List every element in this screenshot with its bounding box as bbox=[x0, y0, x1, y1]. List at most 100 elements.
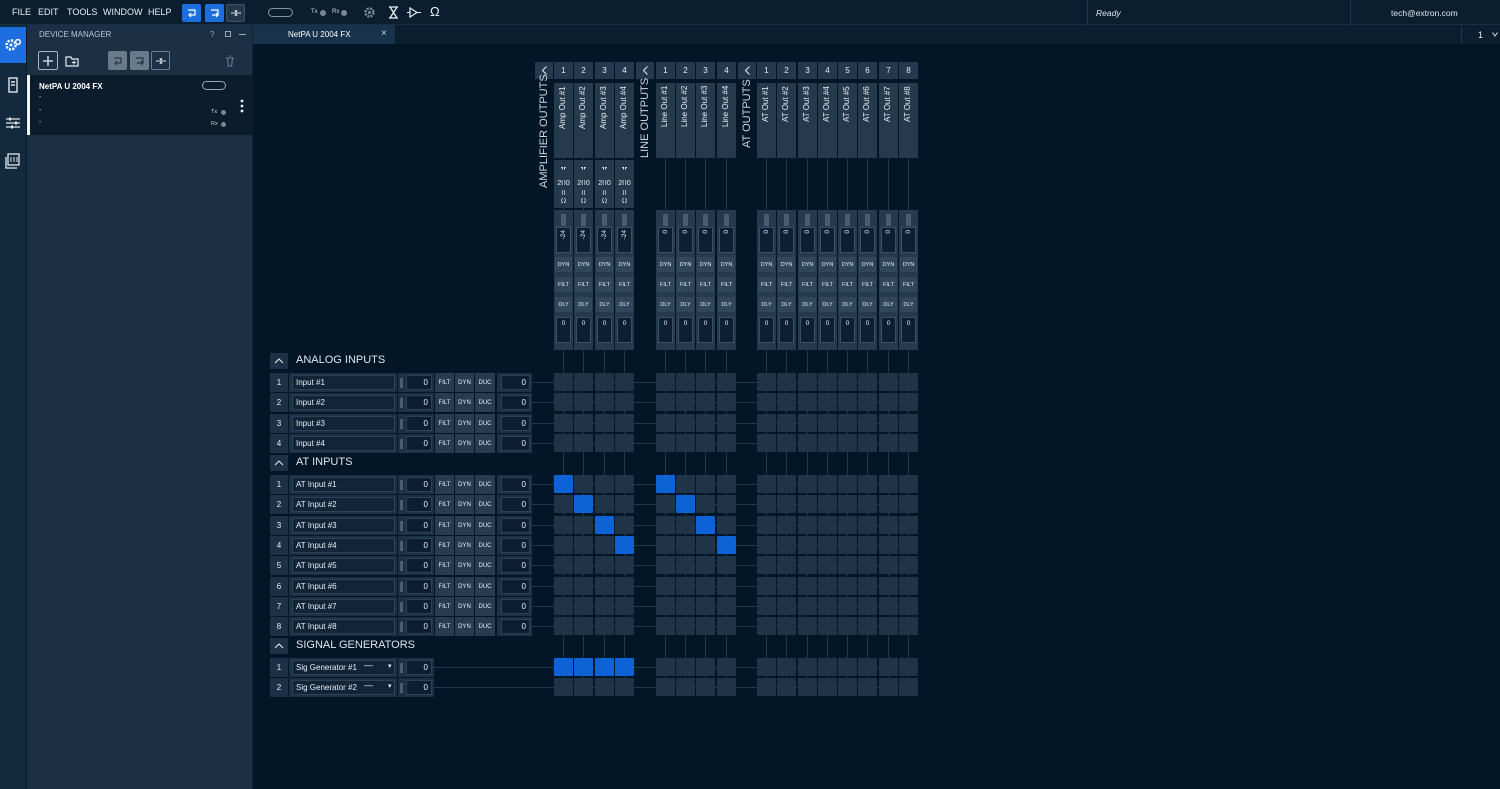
crosspoint[interactable] bbox=[879, 414, 898, 432]
crosspoint[interactable] bbox=[838, 495, 857, 513]
crosspoint[interactable] bbox=[818, 536, 837, 554]
line-delay-value-box[interactable]: 0 bbox=[678, 317, 693, 343]
at-duc-button[interactable]: DUC bbox=[475, 475, 495, 494]
crosspoint[interactable] bbox=[879, 475, 898, 493]
crosspoint-active[interactable] bbox=[615, 658, 634, 676]
crosspoint[interactable] bbox=[858, 658, 877, 676]
at-dyn-button[interactable]: DYN bbox=[455, 536, 474, 555]
settings-gear-icon[interactable] bbox=[363, 6, 376, 19]
crosspoint[interactable] bbox=[838, 393, 857, 411]
line-dly-button[interactable]: DLY bbox=[697, 297, 714, 312]
line-dyn-button[interactable]: DYN bbox=[677, 257, 694, 272]
crosspoint[interactable] bbox=[838, 556, 857, 574]
close-tab-icon[interactable]: × bbox=[381, 28, 387, 39]
at-level-input[interactable]: 0 bbox=[501, 477, 530, 492]
crosspoint[interactable] bbox=[696, 556, 715, 574]
crosspoint[interactable] bbox=[717, 678, 736, 696]
at-name-input[interactable]: AT Input #8 bbox=[292, 619, 395, 634]
crosspoint-active[interactable] bbox=[656, 475, 675, 493]
analog-gain-input[interactable]: 0 bbox=[406, 436, 432, 451]
at-filt-button[interactable]: FILT bbox=[435, 536, 454, 555]
at-dyn-button[interactable]: DYN bbox=[455, 597, 474, 616]
crosspoint[interactable] bbox=[574, 597, 593, 615]
at-level-input[interactable]: 0 bbox=[501, 619, 530, 634]
crosspoint[interactable] bbox=[676, 475, 695, 493]
at-dly-button[interactable]: DLY bbox=[839, 297, 856, 312]
line-gain-box[interactable]: 0 bbox=[698, 227, 713, 253]
menu-help[interactable]: HELP bbox=[148, 7, 172, 17]
crosspoint[interactable] bbox=[777, 434, 796, 452]
at-prev-arrow[interactable] bbox=[738, 62, 756, 79]
crosspoint[interactable] bbox=[676, 617, 695, 635]
crosspoint[interactable] bbox=[777, 556, 796, 574]
crosspoint[interactable] bbox=[676, 678, 695, 696]
analog-filt-button[interactable]: FILT bbox=[435, 393, 454, 412]
crosspoint[interactable] bbox=[554, 617, 573, 635]
crosspoint[interactable] bbox=[757, 434, 776, 452]
analog-gain-input[interactable]: 0 bbox=[406, 395, 432, 410]
analog-name-input[interactable]: Input #4 bbox=[292, 436, 395, 451]
line-gain-box[interactable]: 0 bbox=[658, 227, 673, 253]
crosspoint[interactable] bbox=[899, 414, 918, 432]
crosspoint[interactable] bbox=[858, 414, 877, 432]
crosspoint[interactable] bbox=[798, 556, 817, 574]
analog-name-input[interactable]: Input #3 bbox=[292, 416, 395, 431]
crosspoint[interactable] bbox=[818, 434, 837, 452]
crosspoint[interactable] bbox=[798, 434, 817, 452]
analog-filt-button[interactable]: FILT bbox=[435, 434, 454, 453]
crosspoint[interactable] bbox=[858, 434, 877, 452]
crosspoint[interactable] bbox=[676, 577, 695, 595]
crosspoint[interactable] bbox=[574, 475, 593, 493]
crosspoint[interactable] bbox=[777, 536, 796, 554]
at-collapse-button[interactable] bbox=[270, 455, 288, 471]
chevron-down-icon[interactable] bbox=[1492, 32, 1498, 37]
crosspoint[interactable] bbox=[777, 393, 796, 411]
crosspoint[interactable] bbox=[615, 577, 634, 595]
crosspoint[interactable] bbox=[574, 556, 593, 574]
crosspoint[interactable] bbox=[818, 556, 837, 574]
crosspoint[interactable] bbox=[595, 414, 614, 432]
crosspoint[interactable] bbox=[838, 536, 857, 554]
crosspoint[interactable] bbox=[777, 678, 796, 696]
at-filt-button[interactable]: FILT bbox=[819, 277, 836, 292]
crosspoint[interactable] bbox=[798, 393, 817, 411]
at-filt-button[interactable]: FILT bbox=[859, 277, 876, 292]
at-dly-button[interactable]: DLY bbox=[859, 297, 876, 312]
line-dyn-button[interactable]: DYN bbox=[697, 257, 714, 272]
crosspoint[interactable] bbox=[818, 658, 837, 676]
crosspoint[interactable] bbox=[879, 373, 898, 391]
crosspoint[interactable] bbox=[676, 373, 695, 391]
at-filt-button[interactable]: FILT bbox=[435, 475, 454, 494]
at-gain-box[interactable]: 0 bbox=[759, 227, 774, 253]
crosspoint[interactable] bbox=[676, 393, 695, 411]
crosspoint[interactable] bbox=[554, 577, 573, 595]
crosspoint[interactable] bbox=[717, 495, 736, 513]
crosspoint[interactable] bbox=[798, 597, 817, 615]
crosspoint[interactable] bbox=[696, 414, 715, 432]
add-device-button[interactable] bbox=[38, 51, 58, 70]
crosspoint[interactable] bbox=[777, 617, 796, 635]
crosspoint[interactable] bbox=[595, 577, 614, 595]
crosspoint[interactable] bbox=[615, 393, 634, 411]
at-name-input[interactable]: AT Input #6 bbox=[292, 579, 395, 594]
amp-dly-button[interactable]: DLY bbox=[596, 297, 613, 312]
crosspoint[interactable] bbox=[879, 536, 898, 554]
crosspoint[interactable] bbox=[676, 556, 695, 574]
crosspoint[interactable] bbox=[899, 577, 918, 595]
crosspoint[interactable] bbox=[899, 597, 918, 615]
at-dyn-button[interactable]: DYN bbox=[819, 257, 836, 272]
crosspoint[interactable] bbox=[615, 373, 634, 391]
at-delay-value-box[interactable]: 0 bbox=[820, 317, 835, 343]
crosspoint[interactable] bbox=[777, 516, 796, 534]
crosspoint[interactable] bbox=[696, 678, 715, 696]
at-dly-button[interactable]: DLY bbox=[758, 297, 775, 312]
at-filt-button[interactable]: FILT bbox=[435, 556, 454, 575]
crosspoint[interactable] bbox=[574, 434, 593, 452]
crosspoint[interactable] bbox=[798, 577, 817, 595]
line-filt-button[interactable]: FILT bbox=[697, 277, 714, 292]
at-gain-input[interactable]: 0 bbox=[406, 518, 432, 533]
crosspoint[interactable] bbox=[879, 393, 898, 411]
crosspoint[interactable] bbox=[595, 495, 614, 513]
at-duc-button[interactable]: DUC bbox=[475, 597, 495, 616]
crosspoint[interactable] bbox=[656, 617, 675, 635]
